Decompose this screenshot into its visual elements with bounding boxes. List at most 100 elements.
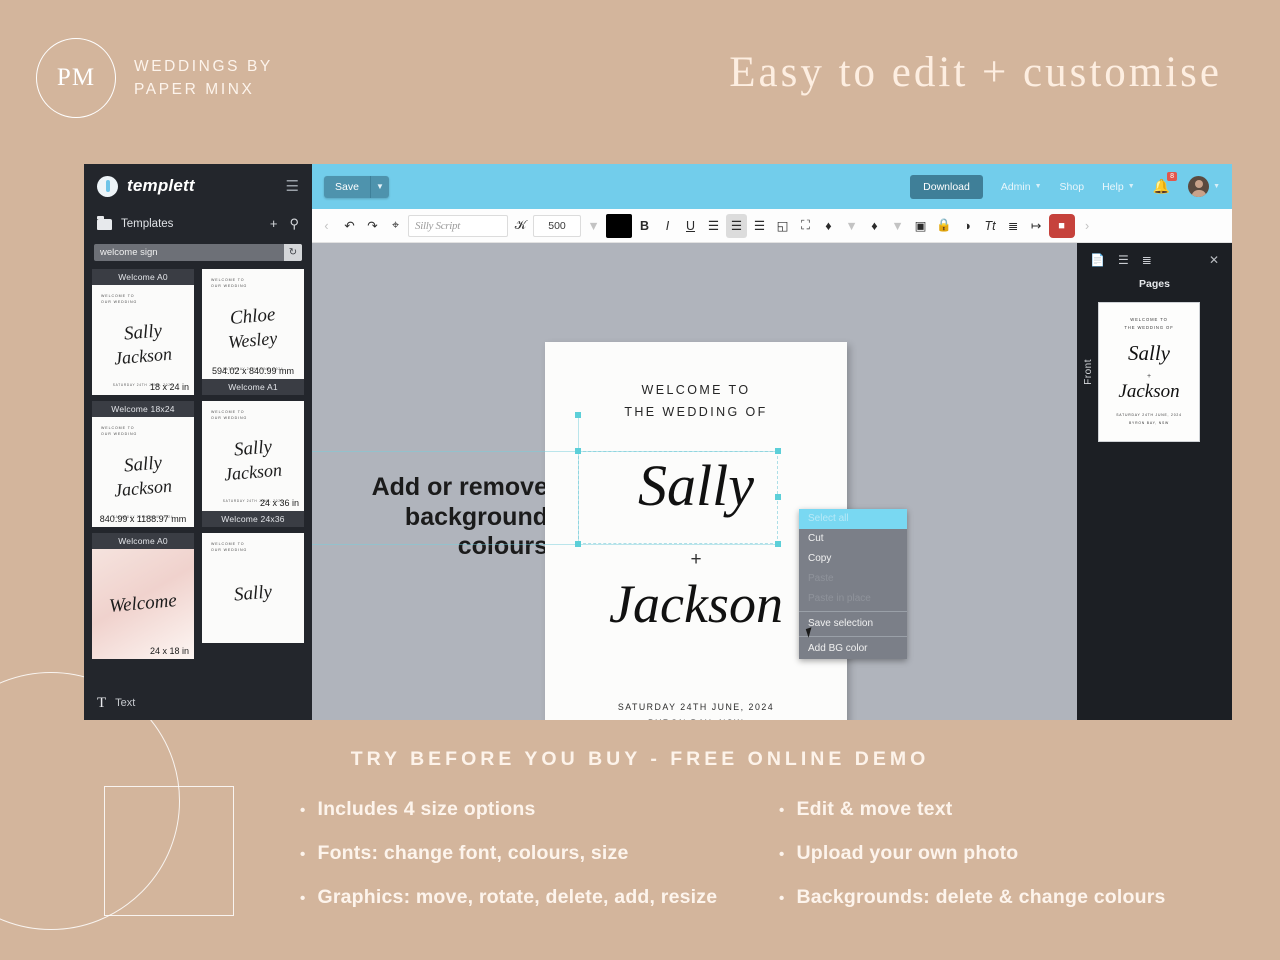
template-name-1: Welcome xyxy=(108,590,178,617)
sidebar-text-tool[interactable]: T Text xyxy=(84,686,312,720)
thumb-name-1: Sally xyxy=(1128,341,1170,365)
font-size-chevron-down-icon[interactable]: ▼ xyxy=(583,214,604,238)
selection-handle[interactable] xyxy=(775,448,781,454)
chevron-right-icon[interactable]: › xyxy=(1077,214,1098,238)
lock-icon[interactable]: 🔒 xyxy=(933,214,955,238)
font-size-select[interactable]: 500 xyxy=(533,214,581,237)
vertical-align-icon[interactable]: ↦ xyxy=(1026,214,1047,238)
opacity-icon[interactable]: ◑ xyxy=(957,214,978,238)
close-icon[interactable]: ✕ xyxy=(1209,253,1219,267)
arrange-icon[interactable]: ♦ xyxy=(864,214,885,238)
context-menu-item-save-selection[interactable]: Save selection xyxy=(799,614,907,634)
resize-icon[interactable]: ◱ xyxy=(772,214,793,238)
italic-button[interactable]: I xyxy=(657,214,678,238)
text-cursor-icon[interactable]: ⌖ xyxy=(385,214,406,238)
footer-line-2: BYRON BAY, NSW xyxy=(648,718,744,720)
chevron-down-icon: ▼ xyxy=(1213,183,1220,190)
page-thumbnail[interactable]: WELCOME TO THE WEDDING OF Sally + Jackso… xyxy=(1098,302,1200,442)
notification-count-badge: 8 xyxy=(1167,172,1178,181)
page-icon[interactable]: 📄 xyxy=(1090,253,1105,267)
duplicate-icon[interactable]: ⛶ xyxy=(795,214,816,238)
selection-handle[interactable] xyxy=(775,494,781,500)
template-card[interactable]: WELCOME TO OUR WEDDING Sally Jackson SATU… xyxy=(202,401,304,527)
plus-icon[interactable]: + xyxy=(270,216,278,232)
template-card[interactable]: Welcome A0 WELCOME TO OUR WEDDING Sally J… xyxy=(92,269,194,395)
layers-icon[interactable]: ♦ xyxy=(818,214,839,238)
align-left-icon[interactable]: ☰ xyxy=(703,214,724,238)
italic-label: I xyxy=(665,218,670,233)
thumb-welcome-line-2: THE WEDDING OF xyxy=(1124,325,1174,331)
template-card[interactable]: WELCOME TO OUR WEDDING Sally xyxy=(202,533,304,659)
context-menu-item-cut[interactable]: Cut xyxy=(799,529,907,549)
font-family-select[interactable]: Silly Script xyxy=(408,214,508,237)
admin-label: Admin xyxy=(1000,180,1031,193)
decorative-square xyxy=(104,786,234,916)
selection-handle[interactable] xyxy=(575,541,581,547)
context-menu-item-copy[interactable]: Copy xyxy=(799,549,907,569)
hamburger-icon[interactable]: ☰ xyxy=(286,179,299,194)
thumb-footer-line-1: SATURDAY 24TH JUNE, 2024 xyxy=(1116,413,1182,418)
save-dropdown-chevron-down-icon[interactable]: ▼ xyxy=(369,175,389,198)
list-item: • Graphics: move, rotate, delete, add, r… xyxy=(300,886,741,909)
template-label: Welcome A0 xyxy=(92,269,194,285)
notification-bell-icon[interactable]: 🔔 8 xyxy=(1153,172,1178,195)
format-paint-icon[interactable]: 𝒦 xyxy=(510,214,531,238)
template-name-1: Sally xyxy=(233,581,273,607)
search-icon[interactable]: ⚲ xyxy=(289,216,299,232)
help-menu[interactable]: Help ▼ xyxy=(1102,181,1135,193)
template-preview: Welcome 24 x 18 in xyxy=(92,549,194,659)
trash-icon[interactable]: ■ xyxy=(1048,213,1075,238)
template-card[interactable]: Welcome A0 Welcome 24 x 18 in xyxy=(92,533,194,659)
selection-handle[interactable] xyxy=(775,541,781,547)
download-button[interactable]: Download xyxy=(910,174,983,199)
brand-monogram: PM xyxy=(36,38,116,118)
thumb-name-2: Jackson xyxy=(1118,381,1180,402)
sliders-icon[interactable]: ≣ xyxy=(1142,253,1152,267)
refresh-icon[interactable]: ↻ xyxy=(284,244,302,261)
text-style-button[interactable]: Tt xyxy=(980,214,1001,238)
selection-handle[interactable] xyxy=(575,448,581,454)
layers-chevron-down-icon[interactable]: ▼ xyxy=(841,214,862,238)
arrange-chevron-down-icon[interactable]: ▼ xyxy=(887,214,908,238)
design-canvas[interactable]: Add or remove background colours WELCOME… xyxy=(312,243,1077,720)
line-spacing-icon[interactable]: ≣ xyxy=(1003,214,1024,238)
template-label: Welcome A0 xyxy=(92,533,194,549)
save-button[interactable]: Save xyxy=(324,175,370,198)
context-menu-item-select-all[interactable]: Select all xyxy=(799,509,907,529)
templett-app-window: templett ☰ Templates + ⚲ ↻ Welcome A0 WE… xyxy=(84,164,1232,720)
template-card[interactable]: Welcome 18x24 WELCOME TO OUR WEDDING Sall… xyxy=(92,401,194,527)
shop-link[interactable]: Shop xyxy=(1060,181,1085,193)
template-name-1: Chloe xyxy=(229,304,277,329)
chevron-left-icon[interactable]: ‹ xyxy=(316,214,337,238)
underline-button[interactable]: U xyxy=(680,214,701,238)
undo-arrow-icon[interactable]: ↶ xyxy=(339,214,360,238)
selection-bounding-box[interactable] xyxy=(578,451,778,544)
admin-menu[interactable]: Admin ▼ xyxy=(1001,181,1042,193)
template-heading: WELCOME TO OUR WEDDING xyxy=(211,410,248,421)
template-size: 840.99 x 1188.97 mm xyxy=(99,514,187,524)
canvas-context-menu[interactable]: Select all Cut Copy Paste Paste in place… xyxy=(799,509,907,659)
account-menu[interactable]: ▼ xyxy=(1188,176,1220,197)
align-right-icon[interactable]: ☰ xyxy=(749,214,770,238)
template-card[interactable]: WELCOME TO OUR WEDDING Chloe Wesley SATUR… xyxy=(202,269,304,395)
save-button-group[interactable]: Save ▼ xyxy=(324,175,389,198)
pages-panel-tabs: 📄 ☰ ≣ ✕ xyxy=(1077,253,1232,267)
footer-bullets: • Includes 4 size options • Fonts: chang… xyxy=(300,798,1220,909)
template-heading: WELCOME TO OUR WEDDING xyxy=(211,542,248,553)
help-label: Help xyxy=(1102,180,1124,193)
search-input[interactable] xyxy=(94,244,284,261)
context-menu-item-add-bg-color[interactable]: Add BG color xyxy=(799,639,907,659)
bullet-dot-icon: • xyxy=(300,846,306,863)
template-name-1: Sally xyxy=(233,436,273,461)
shadow-icon[interactable]: ▣ xyxy=(910,214,931,238)
page-footer-text: SATURDAY 24TH JUNE, 2024 BYRON BAY, NSW xyxy=(545,699,847,720)
context-menu-item-paste: Paste xyxy=(808,573,834,584)
selection-handle[interactable] xyxy=(575,412,581,418)
redo-arrow-icon[interactable]: ↷ xyxy=(362,214,383,238)
text-color-swatch[interactable] xyxy=(606,213,632,238)
page-welcome-text: WELCOME TO THE WEDDING OF xyxy=(545,380,847,424)
bold-button[interactable]: B xyxy=(634,214,655,238)
layers-stack-icon[interactable]: ☰ xyxy=(1118,253,1129,267)
template-preview: WELCOME TO OUR WEDDING Chloe Wesley SATUR… xyxy=(202,269,304,379)
align-center-icon[interactable]: ☰ xyxy=(726,213,747,238)
